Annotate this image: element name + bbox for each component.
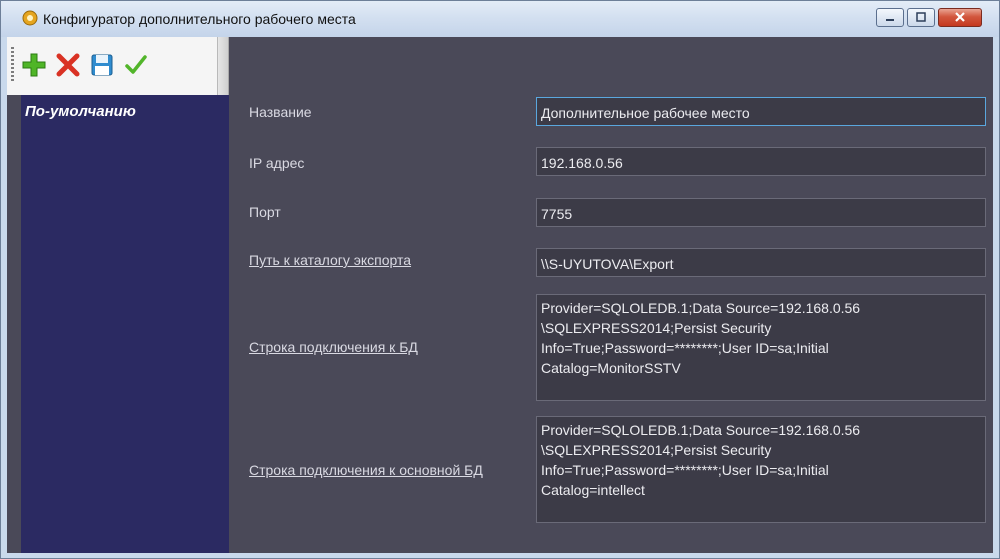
minimize-button[interactable] bbox=[876, 8, 904, 27]
maximize-button[interactable] bbox=[907, 8, 935, 27]
maximize-icon bbox=[916, 12, 926, 22]
app-gear-icon bbox=[22, 10, 38, 26]
port-field[interactable]: 7755 bbox=[536, 198, 986, 227]
db-connection-link[interactable]: Строка подключения к БД bbox=[249, 339, 418, 355]
title-bar[interactable]: Конфигуратор дополнительного рабочего ме… bbox=[1, 1, 999, 37]
save-button[interactable] bbox=[87, 49, 117, 81]
name-field[interactable]: Дополнительное рабочее место bbox=[536, 97, 986, 126]
add-icon bbox=[22, 53, 46, 77]
apply-check-icon bbox=[125, 55, 147, 74]
ip-field[interactable]: 192.168.0.56 bbox=[536, 147, 986, 176]
main-db-connection-link[interactable]: Строка подключения к основной БД bbox=[249, 462, 483, 478]
delete-icon bbox=[56, 53, 80, 77]
name-label: Название bbox=[249, 104, 312, 120]
apply-button[interactable] bbox=[121, 49, 151, 81]
profile-item-default[interactable]: По-умолчанию bbox=[25, 103, 136, 120]
ip-label: IP адрес bbox=[249, 155, 305, 171]
export-path-link[interactable]: Путь к каталогу экспорта bbox=[249, 252, 411, 268]
toolbar-grip[interactable] bbox=[11, 47, 14, 83]
port-label: Порт bbox=[249, 204, 281, 220]
main-db-connection-field[interactable]: Provider=SQLOLEDB.1;Data Source=192.168.… bbox=[536, 416, 986, 523]
add-button[interactable] bbox=[19, 49, 49, 81]
minimize-icon bbox=[886, 19, 894, 21]
app-window: Конфигуратор дополнительного рабочего ме… bbox=[0, 0, 1000, 559]
export-path-field[interactable]: \\S-UYUTOVA\Export bbox=[536, 248, 986, 277]
window-title: Конфигуратор дополнительного рабочего ме… bbox=[43, 11, 356, 27]
db-connection-field[interactable]: Provider=SQLOLEDB.1;Data Source=192.168.… bbox=[536, 294, 986, 401]
close-button[interactable] bbox=[938, 8, 982, 27]
delete-button[interactable] bbox=[53, 49, 83, 81]
toolbar bbox=[7, 37, 229, 95]
toolbar-overflow[interactable] bbox=[217, 37, 228, 95]
save-icon bbox=[91, 54, 113, 76]
close-icon bbox=[955, 12, 965, 22]
profiles-list: По-умолчанию bbox=[21, 95, 229, 553]
